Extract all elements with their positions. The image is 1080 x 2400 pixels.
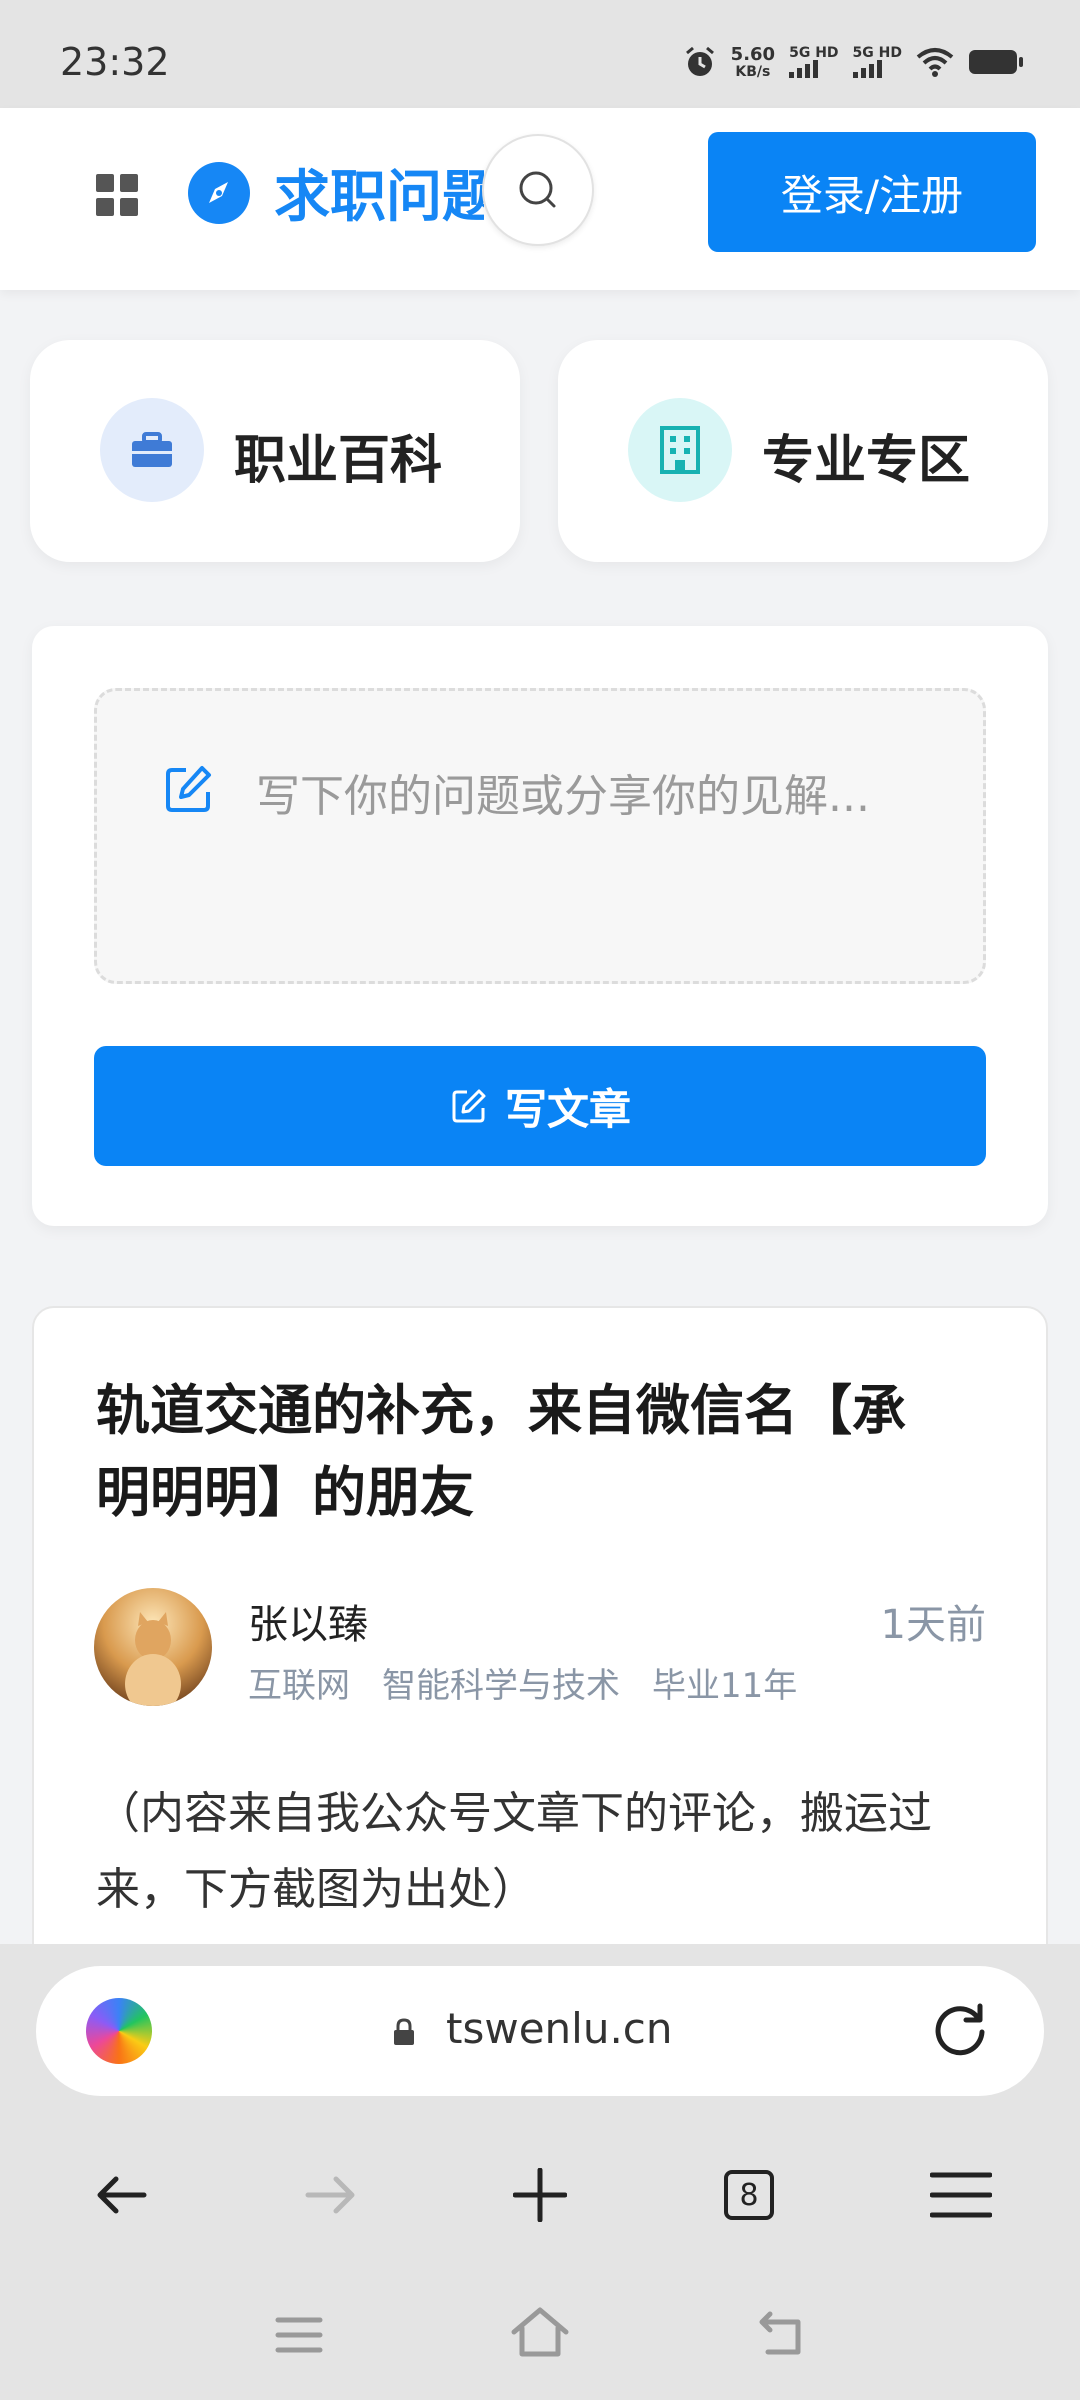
compass-icon [188,162,250,224]
tabs-button[interactable]: 8 [694,2140,804,2250]
write-article-label: 写文章 [504,1084,631,1134]
recent-apps-icon[interactable] [274,2314,324,2356]
browser-nav-row: 8 [0,2140,1080,2250]
back-gesture-icon[interactable] [756,2308,806,2358]
edit-icon [166,766,211,812]
grid-icon[interactable] [96,174,138,216]
reload-icon[interactable] [928,1998,992,2062]
forward-button[interactable] [276,2140,386,2250]
question-input[interactable] [94,688,986,984]
new-tab-button[interactable] [485,2140,595,2250]
author-name[interactable]: 张以臻 [248,1592,368,1650]
article-excerpt: （内容来自我公众号文章下的评论，搬运过来，下方截图为出处） [96,1788,932,1915]
tag-experience: 毕业11年 [652,1666,798,1706]
tab-count-icon: 8 [724,2170,774,2220]
login-register-button[interactable]: 登录/注册 [708,132,1036,252]
alarm-icon [685,46,714,76]
post-composer: 写文章 [32,626,1048,1226]
plus-icon [513,2168,567,2222]
menu-icon [930,2172,992,2218]
write-article-button[interactable]: 写文章 [94,1046,986,1166]
briefcase-icon [100,398,204,502]
net-speed: 5.60 KB/s [730,44,776,80]
back-button[interactable] [66,2140,176,2250]
home-icon[interactable] [510,2306,570,2358]
question-placeholder: 写下你的问题或分享你的见解... [256,771,870,822]
signal-icon [789,60,838,78]
category-card-career-wiki[interactable]: 职业百科 [30,340,520,562]
post-time: 1天前 [880,1602,986,1648]
avatar[interactable] [94,1588,212,1706]
tag-major: 智能科学与技术 [382,1666,620,1706]
category-label: 职业百科 [234,431,443,491]
search-button[interactable] [482,134,594,246]
building-icon [628,398,732,502]
battery-icon [969,50,1023,74]
sim1-signal: 5G HD [789,46,839,78]
url-text[interactable]: tswenlu.cn [446,2004,673,2053]
search-icon [519,171,556,208]
system-nav-bar [0,2270,1080,2400]
category-label: 专业专区 [762,431,971,491]
sim2-signal: 5G HD [852,46,902,78]
copilot-icon[interactable] [86,1998,152,2064]
site-title[interactable]: 求职问题 [274,152,484,233]
tab-count: 8 [739,2177,759,2213]
tag-industry: 互联网 [248,1666,350,1706]
edit-icon [452,1089,486,1123]
menu-button[interactable] [906,2140,1016,2250]
back-arrow-icon [97,2176,147,2214]
lock-icon [394,2018,414,2045]
category-card-major-zone[interactable]: 专业专区 [558,340,1048,562]
author-tags: 互联网 智能科学与技术 毕业11年 [248,1658,797,1707]
status-time: 23:32 [60,40,170,84]
status-icons: 5.60 KB/s 5G HD 5G HD [683,42,1024,82]
forward-arrow-icon [305,2176,355,2214]
signal-icon [852,60,902,78]
article-title[interactable]: 轨道交通的补充，来自微信名【承明明明】的朋友 [96,1370,956,1534]
wifi-icon [916,48,954,77]
article-card[interactable]: 轨道交通的补充，来自微信名【承明明明】的朋友 张以臻 1天前 互联网 智能科学与… [32,1306,1048,2006]
